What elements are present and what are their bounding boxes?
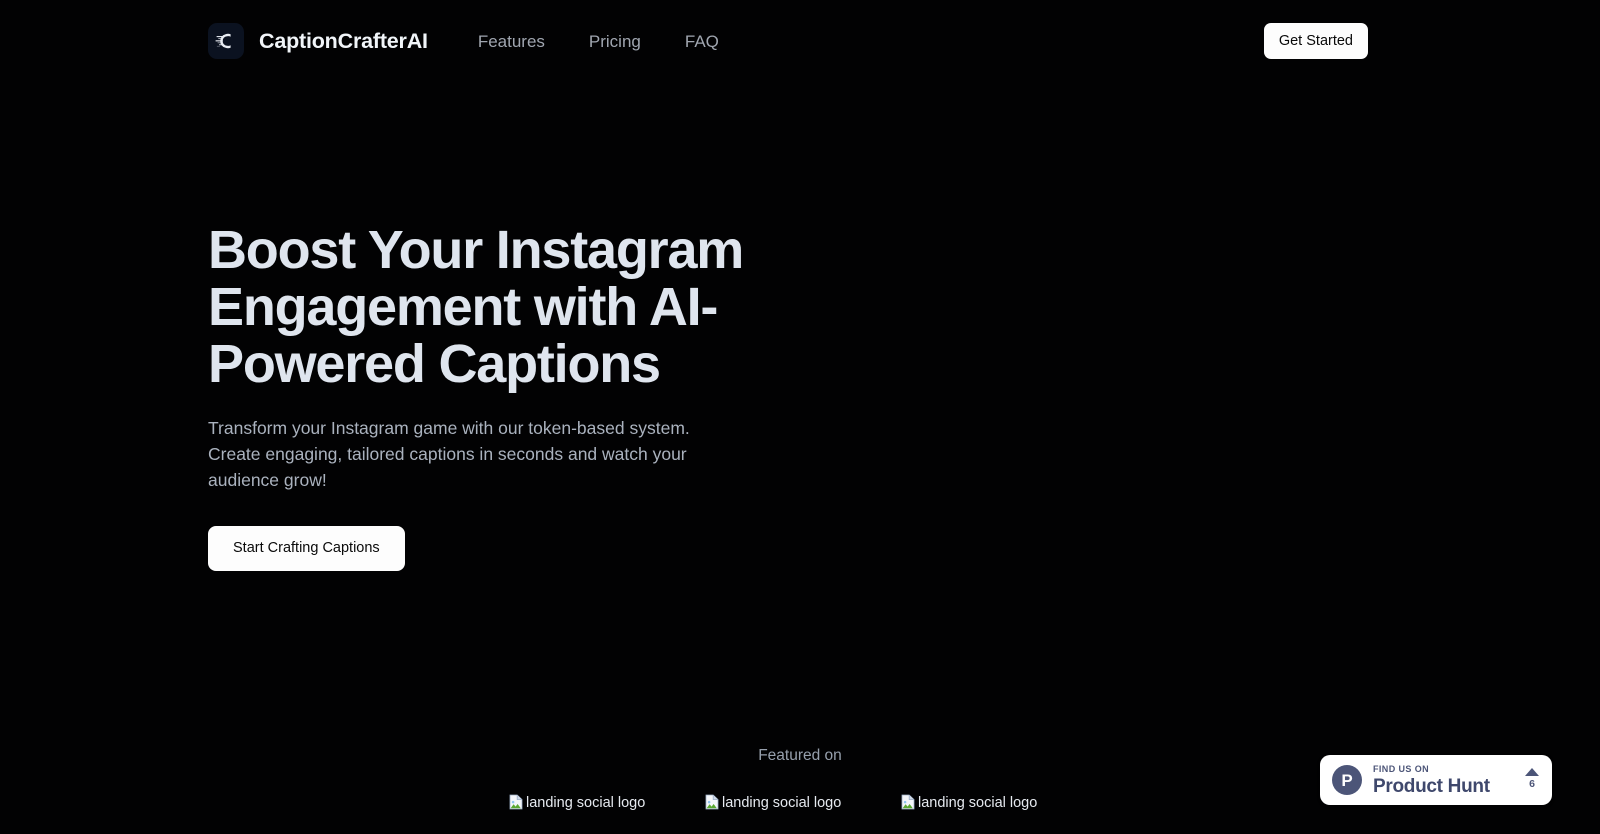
broken-image-icon (705, 794, 719, 810)
landing-page: CaptionCrafterAI Features Pricing FAQ Ge… (0, 0, 1600, 834)
nav-link-features[interactable]: Features (478, 33, 545, 50)
featured-logo-slot[interactable]: landing social logo (506, 794, 702, 811)
brand-logo-link[interactable]: CaptionCrafterAI (208, 23, 428, 59)
product-hunt-upvote[interactable]: 6 (1525, 768, 1539, 792)
caret-up-icon (1525, 768, 1539, 776)
featured-logo-alt-text: landing social logo (526, 795, 646, 811)
product-hunt-kicker: FIND US ON (1373, 763, 1430, 774)
product-hunt-text: FIND US ON Product Hunt (1373, 764, 1521, 797)
caption-crafter-c-logo-icon (208, 23, 244, 59)
list-item[interactable]: landing social logo (508, 794, 646, 811)
start-crafting-captions-button[interactable]: Start Crafting Captions (208, 526, 405, 572)
featured-logo-slot[interactable]: landing social logo (898, 794, 1094, 811)
product-hunt-badge[interactable]: P FIND US ON Product Hunt 6 (1320, 755, 1552, 805)
product-hunt-logo-icon: P (1332, 765, 1362, 795)
broken-image-icon (901, 794, 915, 810)
hero-section: Boost Your Instagram Engagement with AI-… (208, 220, 768, 572)
brand-name: CaptionCrafterAI (259, 28, 428, 53)
broken-image-icon (509, 794, 523, 810)
list-item[interactable]: landing social logo (704, 794, 842, 811)
nav-links: Features Pricing FAQ (478, 33, 719, 50)
hero-subtitle: Transform your Instagram game with our t… (208, 418, 690, 490)
product-hunt-name: Product Hunt (1373, 775, 1490, 797)
nav-link-pricing[interactable]: Pricing (589, 33, 641, 50)
featured-logo-alt-text: landing social logo (722, 795, 842, 811)
svg-text:P: P (1341, 771, 1352, 790)
featured-logo-alt-text: landing social logo (918, 795, 1038, 811)
featured-logo-slot[interactable]: landing social logo (702, 794, 898, 811)
product-hunt-vote-count: 6 (1529, 778, 1535, 790)
list-item[interactable]: landing social logo (900, 794, 1038, 811)
hero-title: Boost Your Instagram Engagement with AI-… (208, 220, 744, 394)
top-navigation-bar: CaptionCrafterAI Features Pricing FAQ Ge… (0, 0, 1600, 82)
get-started-button[interactable]: Get Started (1263, 22, 1368, 60)
nav-link-faq[interactable]: FAQ (685, 33, 719, 50)
